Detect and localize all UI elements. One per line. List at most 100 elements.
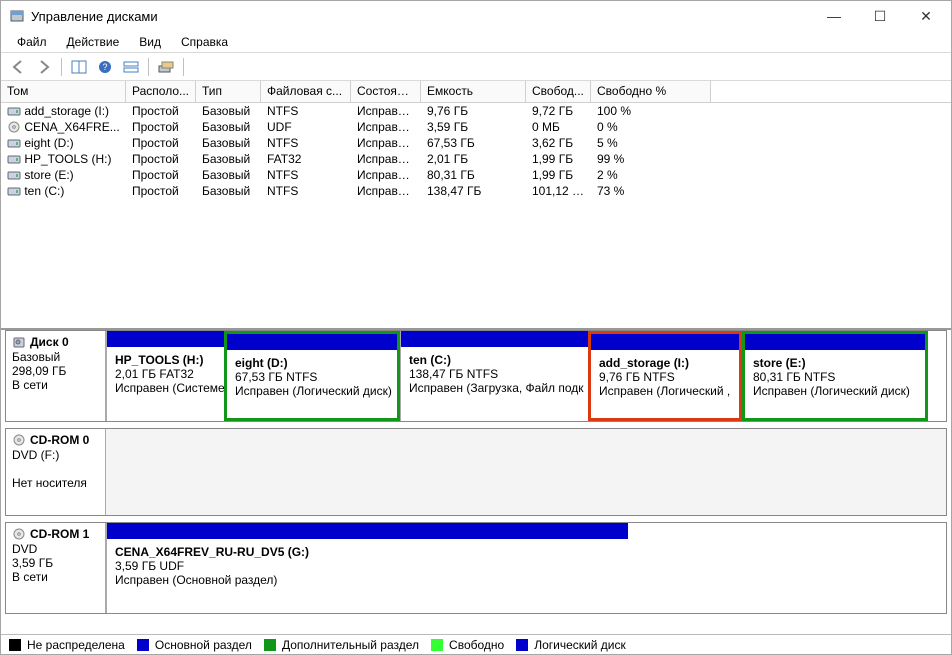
partition-sub: 2,01 ГБ FAT32 <box>115 367 216 381</box>
column-header-free[interactable]: Свобод... <box>526 81 591 102</box>
cell-free: 3,62 ГБ <box>526 136 591 150</box>
partition[interactable]: HP_TOOLS (H:)2,01 ГБ FAT32Исправен (Сист… <box>106 331 224 421</box>
app-icon <box>9 8 25 24</box>
cell-vol: store (E:) <box>1 168 126 182</box>
cell-freepct: 5 % <box>591 136 711 150</box>
cell-vol: HP_TOOLS (H:) <box>1 152 126 166</box>
cell-freepct: 2 % <box>591 168 711 182</box>
menu-help[interactable]: Справка <box>171 33 238 51</box>
volume-row[interactable]: HP_TOOLS (H:)ПростойБазовыйFAT32Исправен… <box>1 151 951 167</box>
menubar: Файл Действие Вид Справка <box>1 31 951 53</box>
volume-row[interactable]: CENA_X64FRE...ПростойБазовыйUDFИсправен.… <box>1 119 951 135</box>
cell-fs: FAT32 <box>261 152 351 166</box>
partition-status: Исправен (Логический диск) <box>753 384 917 398</box>
menu-file[interactable]: Файл <box>7 33 57 51</box>
volume-row[interactable]: store (E:)ПростойБазовыйNTFSИсправен...8… <box>1 167 951 183</box>
disk-map: Диск 0Базовый298,09 ГБВ сетиHP_TOOLS (H:… <box>1 330 951 634</box>
cell-capacity: 2,01 ГБ <box>421 152 526 166</box>
cell-fs: NTFS <box>261 184 351 198</box>
cell-vol: eight (D:) <box>1 136 126 150</box>
help-button[interactable]: ? <box>94 56 116 78</box>
cell-layout: Простой <box>126 152 196 166</box>
toolbar-separator <box>148 58 149 76</box>
partition-name: add_storage (I:) <box>599 356 731 370</box>
cell-freepct: 99 % <box>591 152 711 166</box>
disk-row: CD-ROM 1DVD3,59 ГБВ сетиCENA_X64FREV_RU-… <box>5 522 947 614</box>
titlebar: Управление дисками — ☐ ✕ <box>1 1 951 31</box>
menu-action[interactable]: Действие <box>57 33 130 51</box>
menu-view[interactable]: Вид <box>129 33 171 51</box>
cell-capacity: 3,59 ГБ <box>421 120 526 134</box>
legend-swatch <box>9 639 21 651</box>
forward-button[interactable] <box>33 56 55 78</box>
partition-name: store (E:) <box>753 356 917 370</box>
column-header-capacity[interactable]: Емкость <box>421 81 526 102</box>
column-header-fs[interactable]: Файловая с... <box>261 81 351 102</box>
partition-sub: 138,47 ГБ NTFS <box>409 367 580 381</box>
cell-capacity: 80,31 ГБ <box>421 168 526 182</box>
cell-capacity: 67,53 ГБ <box>421 136 526 150</box>
volume-row[interactable]: add_storage (I:)ПростойБазовыйNTFSИсправ… <box>1 103 951 119</box>
window-title: Управление дисками <box>31 9 811 24</box>
partition[interactable]: eight (D:)67,53 ГБ NTFSИсправен (Логичес… <box>224 331 400 421</box>
cell-fs: NTFS <box>261 136 351 150</box>
cell-free: 0 МБ <box>526 120 591 134</box>
partition[interactable]: CENA_X64FREV_RU-RU_DV5 (G:)3,59 ГБ UDFИс… <box>106 523 628 613</box>
disk-row: Диск 0Базовый298,09 ГБВ сетиHP_TOOLS (H:… <box>5 330 947 422</box>
layout-button[interactable] <box>68 56 90 78</box>
column-header-status[interactable]: Состояние <box>351 81 421 102</box>
minimize-button[interactable]: — <box>811 1 857 31</box>
disk-info[interactable]: CD-ROM 0DVD (F:)Нет носителя <box>6 429 106 515</box>
cell-status: Исправен... <box>351 152 421 166</box>
legend-label: Свободно <box>449 638 504 652</box>
cell-capacity: 138,47 ГБ <box>421 184 526 198</box>
volume-row[interactable]: ten (C:)ПростойБазовыйNTFSИсправен...138… <box>1 183 951 199</box>
maximize-button[interactable]: ☐ <box>857 1 903 31</box>
cell-vol: ten (C:) <box>1 184 126 198</box>
disk-info[interactable]: CD-ROM 1DVD3,59 ГБВ сети <box>6 523 106 613</box>
volume-row[interactable]: eight (D:)ПростойБазовыйNTFSИсправен...6… <box>1 135 951 151</box>
toolbar-separator <box>61 58 62 76</box>
disk-info[interactable]: Диск 0Базовый298,09 ГБВ сети <box>6 331 106 421</box>
disks-button[interactable] <box>155 56 177 78</box>
partition-header <box>107 523 628 539</box>
column-header-vol[interactable]: Том <box>1 81 126 102</box>
cell-freepct: 73 % <box>591 184 711 198</box>
close-button[interactable]: ✕ <box>903 1 949 31</box>
back-button[interactable] <box>7 56 29 78</box>
cell-vol: CENA_X64FRE... <box>1 120 126 134</box>
legend-label: Логический диск <box>534 638 626 652</box>
column-header-freepct[interactable]: Свободно % <box>591 81 711 102</box>
view2-button[interactable] <box>120 56 142 78</box>
cell-fs: NTFS <box>261 104 351 118</box>
cell-status: Исправен... <box>351 104 421 118</box>
disk-partitions: CENA_X64FREV_RU-RU_DV5 (G:)3,59 ГБ UDFИс… <box>106 523 946 613</box>
partition-name: HP_TOOLS (H:) <box>115 353 216 367</box>
cell-status: Исправен... <box>351 168 421 182</box>
cell-layout: Простой <box>126 136 196 150</box>
cell-free: 9,72 ГБ <box>526 104 591 118</box>
cell-type: Базовый <box>196 104 261 118</box>
legend-swatch <box>516 639 528 651</box>
partition[interactable]: ten (C:)138,47 ГБ NTFSИсправен (Загрузка… <box>400 331 588 421</box>
partition-header <box>591 334 739 350</box>
column-header-type[interactable]: Тип <box>196 81 261 102</box>
legend-label: Основной раздел <box>155 638 252 652</box>
legend-label: Дополнительный раздел <box>282 638 419 652</box>
legend: Не распределенаОсновной разделДополнител… <box>1 634 951 654</box>
cell-type: Базовый <box>196 120 261 134</box>
disk-partitions: HP_TOOLS (H:)2,01 ГБ FAT32Исправен (Сист… <box>106 331 946 421</box>
partition-sub: 80,31 ГБ NTFS <box>753 370 917 384</box>
cell-fs: NTFS <box>261 168 351 182</box>
cell-free: 101,12 ГБ <box>526 184 591 198</box>
legend-swatch <box>431 639 443 651</box>
legend-swatch <box>137 639 149 651</box>
svg-text:?: ? <box>102 62 107 72</box>
cell-fs: UDF <box>261 120 351 134</box>
cell-type: Базовый <box>196 136 261 150</box>
partition[interactable]: store (E:)80,31 ГБ NTFSИсправен (Логичес… <box>742 331 928 421</box>
cell-free: 1,99 ГБ <box>526 152 591 166</box>
column-header-layout[interactable]: Располо... <box>126 81 196 102</box>
partition[interactable]: add_storage (I:)9,76 ГБ NTFSИсправен (Ло… <box>588 331 742 421</box>
cell-status: Исправен... <box>351 184 421 198</box>
